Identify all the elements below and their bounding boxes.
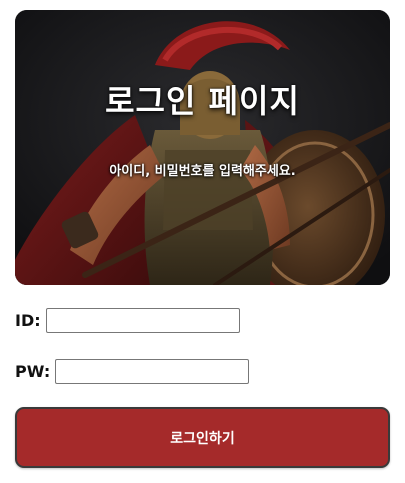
spartan-warrior-image bbox=[15, 10, 390, 285]
pw-label: PW: bbox=[15, 362, 51, 381]
id-input[interactable] bbox=[45, 308, 240, 333]
pw-field-row: PW: bbox=[15, 359, 250, 384]
hero-banner: 로그인 페이지 아이디, 비밀번호를 입력해주세요. bbox=[15, 10, 390, 285]
id-field-row: ID: bbox=[15, 308, 240, 333]
page-title: 로그인 페이지 bbox=[105, 82, 300, 120]
page-subtitle: 아이디, 비밀번호를 입력해주세요. bbox=[109, 164, 296, 179]
login-button[interactable]: 로그인하기 bbox=[15, 407, 390, 468]
password-input[interactable] bbox=[55, 359, 250, 384]
id-label: ID: bbox=[15, 311, 41, 330]
